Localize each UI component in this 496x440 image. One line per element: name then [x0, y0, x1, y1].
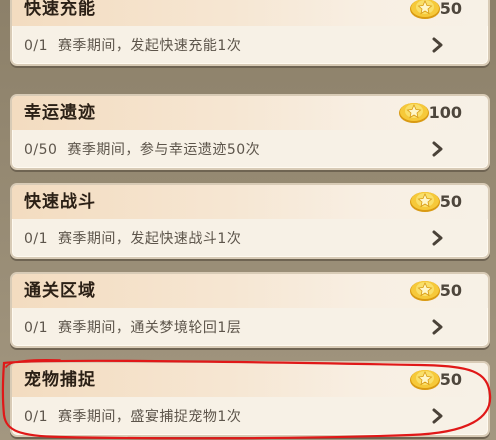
task-title: 幸运遗迹 — [24, 103, 96, 123]
gold-coin-icon — [409, 0, 440, 19]
season-task-list: 快速充能 50 0/1 赛季期间，发起快速充能1次 幸运遗迹 100 0/50 … — [0, 0, 496, 440]
task-card-body: 0/1 赛季期间，盛宴捕捉宠物1次 — [12, 397, 488, 435]
task-card-quick-charge[interactable]: 快速充能 50 0/1 赛季期间，发起快速充能1次 — [10, 0, 490, 66]
task-card-header: 通关区域 50 — [12, 274, 488, 308]
task-progress: 0/50 — [24, 142, 58, 158]
gold-coin-icon — [409, 192, 440, 212]
chevron-right-icon[interactable] — [430, 318, 446, 336]
task-description: 赛季期间，通关梦境轮回1层 — [57, 320, 242, 336]
task-reward: 100 — [397, 98, 462, 126]
task-card-header: 宠物捕捉 50 — [12, 363, 488, 397]
task-progress: 0/1 — [24, 320, 49, 336]
task-title: 快速充能 — [24, 0, 96, 19]
task-card-clear-area[interactable]: 通关区域 50 0/1 赛季期间，通关梦境轮回1层 — [10, 272, 490, 348]
task-progress-description: 0/1 赛季期间，发起快速充能1次 — [24, 36, 241, 56]
task-reward: 50 — [408, 276, 462, 304]
gold-coin-icon — [398, 103, 429, 123]
chevron-right-icon[interactable] — [430, 36, 446, 54]
task-title: 通关区域 — [24, 281, 96, 301]
task-card-header: 快速充能 50 — [12, 0, 488, 26]
reward-amount: 50 — [439, 191, 462, 211]
task-card-body: 0/1 赛季期间，发起快速战斗1次 — [12, 219, 488, 257]
task-card-header: 幸运遗迹 100 — [12, 96, 488, 130]
task-card-pet-capture[interactable]: 宠物捕捉 50 0/1 赛季期间，盛宴捕捉宠物1次 — [10, 361, 490, 437]
task-card-quick-battle[interactable]: 快速战斗 50 0/1 赛季期间，发起快速战斗1次 — [10, 183, 490, 259]
reward-amount: 100 — [428, 102, 462, 122]
gold-coin-icon — [409, 370, 440, 390]
reward-amount: 50 — [439, 369, 462, 389]
task-title: 快速战斗 — [24, 192, 96, 212]
task-reward: 50 — [408, 187, 462, 215]
task-reward: 50 — [408, 0, 462, 22]
task-progress: 0/1 — [24, 38, 49, 54]
task-title: 宠物捕捉 — [24, 370, 96, 390]
task-progress: 0/1 — [24, 409, 49, 425]
chevron-right-icon[interactable] — [430, 407, 446, 425]
task-description: 赛季期间，参与幸运遗迹50次 — [67, 142, 261, 158]
reward-amount: 50 — [439, 0, 462, 18]
chevron-right-icon[interactable] — [430, 140, 446, 158]
gold-coin-icon — [409, 281, 440, 301]
task-description: 赛季期间，盛宴捕捉宠物1次 — [57, 409, 242, 425]
chevron-right-icon[interactable] — [430, 229, 446, 247]
task-progress: 0/1 — [24, 231, 49, 247]
task-progress-description: 0/50 赛季期间，参与幸运遗迹50次 — [24, 140, 260, 160]
task-card-lucky-relic[interactable]: 幸运遗迹 100 0/50 赛季期间，参与幸运遗迹50次 — [10, 94, 490, 170]
task-description: 赛季期间，发起快速充能1次 — [57, 38, 242, 54]
task-card-header: 快速战斗 50 — [12, 185, 488, 219]
task-card-body: 0/1 赛季期间，通关梦境轮回1层 — [12, 308, 488, 346]
task-card-body: 0/1 赛季期间，发起快速充能1次 — [12, 26, 488, 64]
task-card-body: 0/50 赛季期间，参与幸运遗迹50次 — [12, 130, 488, 168]
reward-amount: 50 — [439, 280, 462, 300]
task-progress-description: 0/1 赛季期间，发起快速战斗1次 — [24, 229, 241, 249]
task-reward: 50 — [408, 365, 462, 393]
task-progress-description: 0/1 赛季期间，盛宴捕捉宠物1次 — [24, 407, 241, 427]
task-description: 赛季期间，发起快速战斗1次 — [57, 231, 242, 247]
task-progress-description: 0/1 赛季期间，通关梦境轮回1层 — [24, 318, 241, 338]
